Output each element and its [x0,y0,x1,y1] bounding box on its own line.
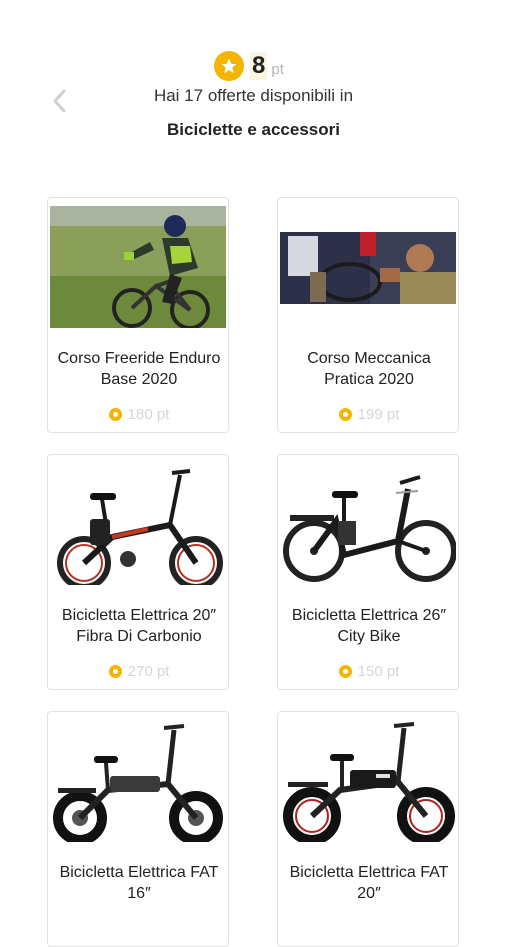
category-title: Biciclette e accessori [167,120,340,139]
header: 8 pt Hai 17 offerte disponibili in Bicic… [0,0,507,180]
bike-mechanic-workshop-image [280,206,456,328]
offer-card[interactable]: Bicicletta Elettrica FAT 16″ [47,711,229,947]
offers-count-text: Hai 17 offerte disponibili in [153,86,354,105]
points-value: 8 [250,52,268,80]
offer-title: Corso Freeride Enduro Base 2020 [57,350,221,388]
fat-ebike-20-image [280,720,456,842]
offer-card[interactable]: Bicicletta Elettrica FAT 20″ [277,711,459,947]
offer-price: 270 pt [48,663,228,680]
coin-icon [108,665,122,678]
offer-title: Bicicletta Elettrica 26″ City Bike [291,607,447,645]
city-ebike-image [280,463,456,585]
mountain-bike-rider-image [50,206,226,328]
fat-ebike-16-image [50,720,226,842]
offer-title: Bicicletta Elettrica 20″ Fibra Di Carbon… [61,607,217,645]
star-icon [214,51,244,81]
offer-card[interactable]: Bicicletta Elettrica 20″ Fibra Di Carbon… [47,454,229,690]
offer-title: Corso Meccanica Pratica 2020 [307,350,431,388]
offer-card[interactable]: Corso Meccanica Pratica 2020 199 pt [277,197,459,433]
folding-ebike-red-image [50,463,226,585]
points-balance: 8 pt [214,49,284,83]
points-unit: pt [271,60,284,78]
offer-title: Bicicletta Elettrica FAT 20″ [289,864,449,902]
offer-card[interactable]: Corso Freeride Enduro Base 2020 180 pt [47,197,229,433]
offer-card[interactable]: Bicicletta Elettrica 26″ City Bike 150 p… [277,454,459,690]
offer-title: Bicicletta Elettrica FAT 16″ [59,864,219,902]
coin-icon [338,665,352,678]
coin-icon [338,408,352,421]
coin-icon [108,408,122,421]
offer-price: 199 pt [278,406,458,423]
offer-price: 150 pt [278,663,458,680]
offer-price: 180 pt [48,406,228,423]
